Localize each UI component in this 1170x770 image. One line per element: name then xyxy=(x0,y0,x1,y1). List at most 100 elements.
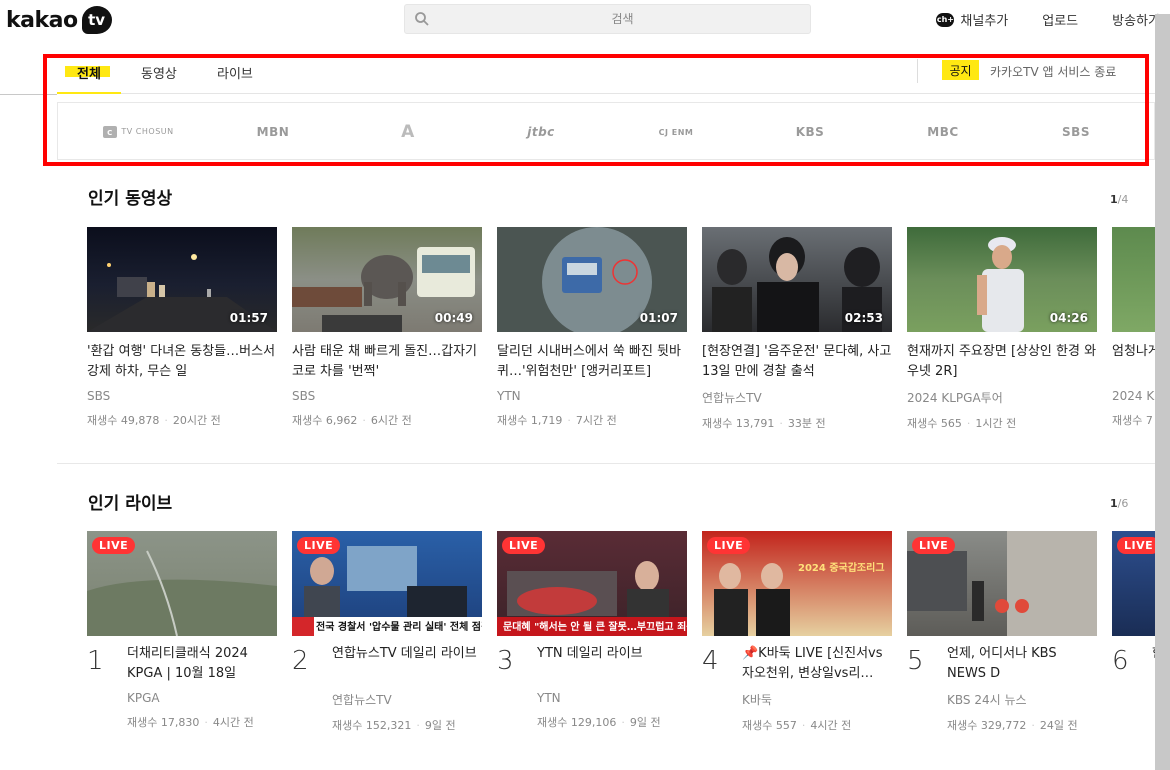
live-card[interactable]: LIVE 전국 경찰서 '압수물 관리 실태' 전체 점검 2 연합뉴스TV 데… xyxy=(292,531,482,732)
live-views: 재생수 329,772 xyxy=(947,719,1027,732)
video-views: 재생수 49,878 xyxy=(87,414,160,427)
video-channel[interactable]: SBS xyxy=(87,389,277,403)
popular-videos-pager: 1/4 xyxy=(1110,193,1128,206)
channel-label: TV CHOSUN xyxy=(121,127,174,136)
tab-live[interactable]: 라이브 xyxy=(217,63,253,82)
live-meta: 재생수 329,772 · 24일 전 xyxy=(947,719,1078,732)
video-title[interactable]: '환갑 여행' 다녀온 동창들…버스서 강제 하차, 무슨 일 xyxy=(87,342,277,382)
live-channel[interactable]: 연합뉴스TV xyxy=(332,691,482,708)
live-thumbnail[interactable]: LIVE 문대혜 "해서는 안 될 큰 잘못…부끄럽고 죄송" xyxy=(497,531,687,636)
live-thumbnail[interactable]: LIVE xyxy=(907,531,1097,636)
kakao-tv-logo[interactable]: kakao tv xyxy=(6,5,112,35)
search-icon[interactable] xyxy=(414,11,430,27)
tab-all[interactable]: 전체 xyxy=(77,63,101,82)
video-channel[interactable]: YTN xyxy=(497,389,687,403)
video-channel[interactable]: SBS xyxy=(292,389,482,403)
channel-a-logo[interactable]: A xyxy=(368,122,448,142)
channel-kbs-logo[interactable]: KBS xyxy=(770,122,850,142)
notice-divider xyxy=(917,59,918,83)
live-rank: 2 xyxy=(292,646,309,676)
channel-sbs-logo[interactable]: SBS xyxy=(1036,122,1116,142)
video-title[interactable]: 달리던 시내버스에서 쑥 빠진 뒷바퀴…'위험천만' [앵커리포트] xyxy=(497,342,687,382)
video-card[interactable]: 02:53 [현장연결] '음주운전' 문다혜, 사고 13일 만에 경찰 출석… xyxy=(702,227,892,431)
live-info: YTN 데일리 라이브 YTN 재생수 129,106 · 9일 전 xyxy=(537,644,687,730)
live-title[interactable]: YTN 데일리 라이브 xyxy=(537,644,687,684)
video-channel[interactable]: 연합뉴스TV xyxy=(702,389,892,406)
video-time: 1시간 전 xyxy=(975,417,1017,430)
video-views: 재생수 1,719 xyxy=(497,414,563,427)
video-meta: 재생수 7 xyxy=(1112,412,1155,428)
video-channel[interactable]: 2024 KL xyxy=(1112,389,1155,403)
notice-link[interactable]: 카카오TV 앱 서비스 종료 xyxy=(990,63,1116,80)
video-duration: 01:07 xyxy=(639,311,678,325)
video-title[interactable]: 현재까지 주요장면 [상상인 한경 와우넷 2R] xyxy=(907,342,1097,382)
search-input[interactable] xyxy=(435,5,810,33)
channel-mbn-logo[interactable]: MBN xyxy=(233,122,313,142)
live-time: 24일 전 xyxy=(1039,719,1078,732)
channel-tvchosun-logo[interactable]: C TV CHOSUN xyxy=(98,122,178,142)
popular-live-pager: 1/6 xyxy=(1110,497,1128,510)
video-card[interactable]: 01:07 달리던 시내버스에서 쑥 빠진 뒷바퀴…'위험천만' [앵커리포트]… xyxy=(497,227,687,428)
pager-total: /6 xyxy=(1117,497,1129,510)
video-time: 6시간 전 xyxy=(370,414,412,427)
video-thumbnail[interactable]: 02:53 xyxy=(702,227,892,332)
live-channel[interactable]: KPGA xyxy=(127,691,277,705)
live-info: 더채리티클래식 2024 KPGA | 10월 18일 KPGA 재생수 17,… xyxy=(127,644,277,730)
live-rank: 4 xyxy=(702,646,719,676)
video-title[interactable]: 사람 태운 채 빠르게 돌진…갑자기 코로 차를 '번쩍' xyxy=(292,342,482,382)
channel-add-button[interactable]: ch+ 채널추가 xyxy=(936,10,1008,29)
video-title[interactable]: 엄청나게 어려운 로 어려워 xyxy=(1112,342,1155,382)
live-card[interactable]: LIVE 1 더채리티클래식 2024 KPGA | 10월 18일 KPGA … xyxy=(87,531,277,729)
broadcast-button[interactable]: 방송하기 xyxy=(1112,10,1160,29)
live-badge: LIVE xyxy=(707,537,751,554)
live-thumbnail[interactable]: LIVE 전국 경찰서 '압수물 관리 실태' 전체 점검 xyxy=(292,531,482,636)
live-card[interactable]: LIVE 5 언제, 어디서나 KBS NEWS D KBS 24시 뉴스 재생… xyxy=(907,531,1097,732)
channel-mbc-logo[interactable]: MBC xyxy=(903,122,983,142)
live-card[interactable]: LIVE 문대혜 "해서는 안 될 큰 잘못…부끄럽고 죄송" 3 YTN 데일… xyxy=(497,531,687,729)
live-badge: LIVE xyxy=(92,537,136,554)
live-thumbnail[interactable]: LIVE xyxy=(1112,531,1155,636)
video-meta: 재생수 565 · 1시간 전 xyxy=(907,417,1017,430)
live-title[interactable]: 언제, 어디서나 KBS NEWS D xyxy=(947,644,1097,684)
video-card[interactable]: 01:57 '환갑 여행' 다녀온 동창들…버스서 강제 하차, 무슨 일 SB… xyxy=(87,227,277,428)
pager-current: 1 xyxy=(1110,193,1118,206)
live-channel[interactable]: K바둑 xyxy=(742,691,892,708)
video-card[interactable]: 엄청나게 어려운 로 어려워 2024 KL 재생수 7 xyxy=(1112,227,1155,428)
channel-cjenm-logo[interactable]: CJ ENM xyxy=(636,122,716,142)
video-thumbnail[interactable]: 01:57 xyxy=(87,227,277,332)
section-divider xyxy=(57,463,1155,464)
live-card[interactable]: LIVE 2024 중국갑조리그 4 📌K바둑 LIVE [신진서vs 자오천위… xyxy=(702,531,892,732)
live-card[interactable]: LIVE 6 한 xyxy=(1112,531,1155,676)
news-caption: 전국 경찰서 '압수물 관리 실태' 전체 점검 xyxy=(316,622,482,633)
video-thumbnail[interactable]: 04:26 xyxy=(907,227,1097,332)
live-thumbnail[interactable]: LIVE 2024 중국갑조리그 xyxy=(702,531,892,636)
live-title[interactable]: 한 xyxy=(1152,644,1155,684)
video-channel[interactable]: 2024 KLPGA투어 xyxy=(907,389,1097,406)
live-rank: 3 xyxy=(497,646,514,676)
video-meta: 재생수 6,962 · 6시간 전 xyxy=(292,414,412,427)
video-card[interactable]: 00:49 사람 태운 채 빠르게 돌진…갑자기 코로 차를 '번쩍' SBS … xyxy=(292,227,482,428)
live-meta: 재생수 129,106 · 9일 전 xyxy=(537,716,661,729)
video-thumbnail[interactable] xyxy=(1112,227,1155,332)
tab-videos[interactable]: 동영상 xyxy=(141,63,177,82)
video-card[interactable]: 04:26 현재까지 주요장면 [상상인 한경 와우넷 2R] 2024 KLP… xyxy=(907,227,1097,431)
live-info: 연합뉴스TV 데일리 라이브 연합뉴스TV 재생수 152,321 · 9일 전 xyxy=(332,644,482,733)
channel-jtbc-logo[interactable]: jtbc xyxy=(501,122,581,142)
live-channel[interactable]: KBS 24시 뉴스 xyxy=(947,691,1097,708)
live-info: 언제, 어디서나 KBS NEWS D KBS 24시 뉴스 재생수 329,7… xyxy=(947,644,1097,733)
live-title[interactable]: 📌K바둑 LIVE [신진서vs 자오천위, 변상일vs리… xyxy=(742,644,892,684)
live-thumbnail[interactable]: LIVE xyxy=(87,531,277,636)
live-rank: 5 xyxy=(907,646,924,676)
live-views: 재생수 129,106 xyxy=(537,716,617,729)
video-thumbnail[interactable]: 00:49 xyxy=(292,227,482,332)
live-channel[interactable]: YTN xyxy=(537,691,687,705)
live-title[interactable]: 더채리티클래식 2024 KPGA | 10월 18일 xyxy=(127,644,277,684)
live-info: 한 xyxy=(1152,644,1155,684)
video-thumbnail[interactable]: 01:07 xyxy=(497,227,687,332)
upload-button[interactable]: 업로드 xyxy=(1042,10,1078,29)
live-title[interactable]: 연합뉴스TV 데일리 라이브 xyxy=(332,644,482,684)
video-title[interactable]: [현장연결] '음주운전' 문다혜, 사고 13일 만에 경찰 출석 xyxy=(702,342,892,382)
pager-current: 1 xyxy=(1110,497,1118,510)
left-margin xyxy=(0,46,57,770)
video-meta: 재생수 13,791 · 33분 전 xyxy=(702,417,826,430)
